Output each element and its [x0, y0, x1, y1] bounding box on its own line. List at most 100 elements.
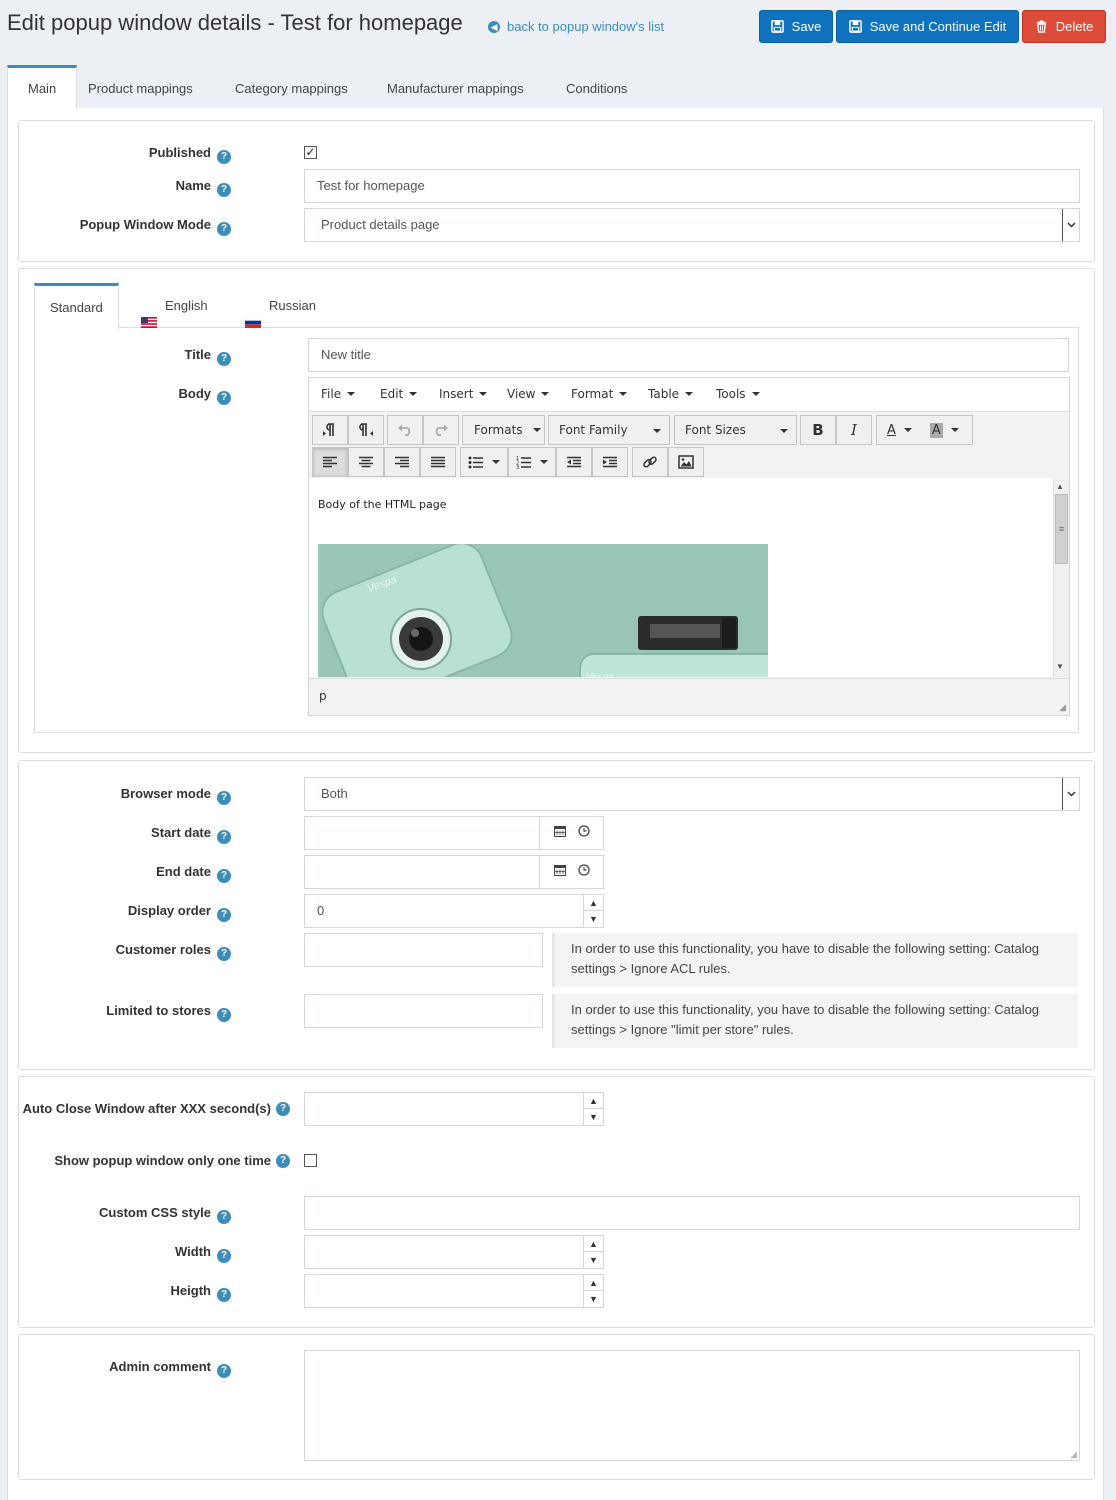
caret-down-icon[interactable] [903, 428, 912, 432]
published-checkbox[interactable]: ✓ [304, 146, 317, 159]
save-button[interactable]: Save [759, 10, 833, 43]
tab-main[interactable]: Main [7, 65, 78, 110]
tab-russian[interactable]: Russian [230, 283, 331, 328]
help-icon[interactable]: ? [217, 869, 231, 883]
help-icon[interactable]: ? [217, 947, 231, 961]
help-icon[interactable]: ? [217, 183, 231, 197]
align-right-icon[interactable] [384, 447, 420, 477]
chevron-up-icon[interactable]: ▲ [584, 895, 603, 911]
help-icon[interactable]: ? [276, 1154, 290, 1168]
display-order-stepper[interactable]: ▲ ▼ [583, 895, 603, 927]
chevron-up-icon[interactable]: ▲ [584, 1093, 603, 1109]
font-sizes-dropdown[interactable]: Font Sizes [674, 415, 797, 445]
chevron-up-icon[interactable]: ▲ [584, 1236, 603, 1252]
numbered-list-icon[interactable]: 123 [508, 447, 556, 477]
editor-scrollbar[interactable]: ▲ ≡ ▼ [1053, 478, 1069, 677]
element-path[interactable]: p [319, 689, 327, 703]
width-input[interactable]: ▲ ▼ [304, 1235, 604, 1269]
align-justify-icon[interactable] [420, 447, 456, 477]
menu-edit[interactable]: Edit [380, 387, 418, 401]
bullet-list-icon[interactable] [460, 447, 508, 477]
name-input[interactable]: Test for homepage [304, 169, 1080, 203]
tab-standard[interactable]: Standard [34, 283, 119, 329]
customer-roles-input[interactable] [304, 933, 543, 967]
formats-dropdown[interactable]: Formats [462, 415, 545, 445]
scroll-down-icon[interactable]: ▼ [1056, 662, 1064, 671]
admin-comment-textarea[interactable]: ◢ [304, 1350, 1080, 1461]
menu-view[interactable]: View [507, 387, 550, 401]
tab-product-mappings[interactable]: Product mappings [68, 65, 213, 109]
start-date-input[interactable] [304, 816, 604, 850]
editor-content-area[interactable]: Body of the HTML page Vespa Vespa [309, 478, 1053, 677]
chevron-down-icon[interactable]: ▼ [584, 911, 603, 927]
auto-close-stepper[interactable]: ▲ ▼ [583, 1093, 603, 1125]
background-color-icon[interactable]: A [929, 422, 943, 438]
title-input[interactable]: New title [308, 338, 1069, 372]
help-icon[interactable]: ? [217, 222, 231, 236]
chevron-down-icon[interactable]: ▼ [584, 1252, 603, 1268]
menu-insert[interactable]: Insert [439, 387, 488, 401]
help-icon[interactable]: ? [217, 150, 231, 164]
chevron-down-icon[interactable]: ▼ [584, 1109, 603, 1125]
help-icon[interactable]: ? [217, 391, 231, 405]
help-icon[interactable]: ? [217, 1008, 231, 1022]
calendar-icon[interactable] [553, 817, 566, 849]
tab-manufacturer-mappings[interactable]: Manufacturer mappings [367, 65, 544, 109]
tab-english[interactable]: English [126, 283, 223, 328]
indent-icon[interactable] [592, 447, 628, 477]
save-continue-button[interactable]: Save and Continue Edit [836, 10, 1019, 43]
align-left-icon[interactable] [312, 447, 348, 477]
undo-icon[interactable] [387, 415, 423, 445]
show-once-checkbox[interactable] [304, 1154, 317, 1167]
italic-icon[interactable]: I [836, 415, 872, 445]
start-date-picker[interactable] [539, 817, 603, 849]
outdent-icon[interactable] [556, 447, 592, 477]
align-center-icon[interactable] [348, 447, 384, 477]
delete-button[interactable]: Delete [1022, 10, 1106, 43]
resize-handle-icon[interactable]: ◢ [1070, 1449, 1077, 1460]
caret-down-icon[interactable] [950, 428, 959, 432]
menu-table[interactable]: Table [648, 387, 694, 401]
height-stepper[interactable]: ▲ ▼ [583, 1275, 603, 1307]
chevron-up-icon[interactable]: ▲ [584, 1275, 603, 1291]
bold-icon[interactable]: B [800, 415, 836, 445]
end-date-picker[interactable] [539, 856, 603, 888]
help-icon[interactable]: ? [217, 908, 231, 922]
ltr-icon[interactable] [312, 415, 348, 445]
help-icon[interactable]: ? [217, 1364, 231, 1378]
height-input[interactable]: ▲ ▼ [304, 1274, 604, 1308]
chevron-down-icon[interactable]: ▼ [584, 1291, 603, 1307]
browser-mode-select[interactable]: Both [304, 777, 1080, 811]
resize-handle-icon[interactable]: ◢ [1059, 703, 1066, 713]
help-icon[interactable]: ? [217, 1210, 231, 1224]
image-icon[interactable] [668, 447, 704, 477]
auto-close-input[interactable]: ▲ ▼ [304, 1092, 604, 1126]
end-date-input[interactable] [304, 855, 604, 889]
display-order-input[interactable]: 0 ▲ ▼ [304, 894, 604, 928]
font-family-dropdown[interactable]: Font Family [548, 415, 670, 445]
calendar-icon[interactable] [553, 856, 566, 888]
custom-css-input[interactable] [304, 1196, 1080, 1230]
scroll-thumb[interactable]: ≡ [1055, 494, 1068, 564]
tab-category-mappings[interactable]: Category mappings [215, 65, 368, 109]
width-stepper[interactable]: ▲ ▼ [583, 1236, 603, 1268]
redo-icon[interactable] [423, 415, 459, 445]
menu-format[interactable]: Format [571, 387, 628, 401]
scroll-up-icon[interactable]: ▲ [1056, 482, 1064, 491]
tab-conditions[interactable]: Conditions [546, 65, 647, 109]
clock-icon[interactable] [577, 856, 590, 888]
menu-tools[interactable]: Tools [716, 387, 760, 401]
clock-icon[interactable] [577, 817, 590, 849]
stores-input[interactable] [304, 994, 543, 1028]
text-color-icon[interactable]: A [887, 423, 896, 438]
help-icon[interactable]: ? [217, 830, 231, 844]
popup-mode-select[interactable]: Product details page [304, 208, 1080, 242]
back-to-list-link[interactable]: ◀ back to popup window's list [488, 19, 664, 34]
menu-file[interactable]: File [321, 387, 356, 401]
help-icon[interactable]: ? [217, 791, 231, 805]
help-icon[interactable]: ? [217, 1249, 231, 1263]
help-icon[interactable]: ? [217, 1288, 231, 1302]
help-icon[interactable]: ? [276, 1102, 290, 1116]
link-icon[interactable] [632, 447, 668, 477]
help-icon[interactable]: ? [217, 352, 231, 366]
